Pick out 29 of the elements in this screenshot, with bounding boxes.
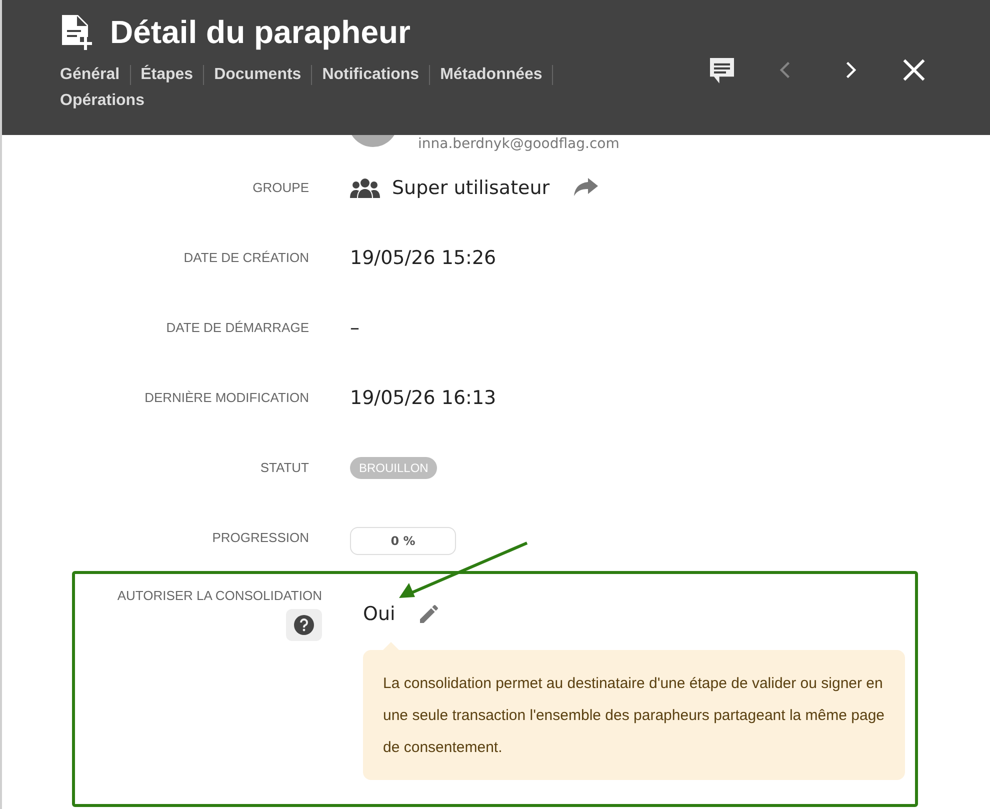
field-label: GROUPE	[252, 179, 309, 195]
field-value: –	[350, 317, 360, 339]
group-name: Super utilisateur	[392, 177, 550, 199]
field-value: Oui	[363, 603, 396, 625]
people-icon	[350, 178, 380, 198]
field-label: AUTORISER LA CONSOLIDATION	[117, 588, 322, 603]
document-add-icon	[60, 14, 92, 50]
nav-tab[interactable]: Métadonnées	[430, 65, 554, 85]
field-value: 19/05/26 15:26	[350, 247, 496, 269]
field-label: DATE DE CRÉATION	[182, 249, 309, 265]
progress-text: 0 %	[390, 534, 416, 548]
nav-tab[interactable]: Opérations	[60, 91, 154, 111]
nav-tab[interactable]: Étapes	[130, 65, 204, 85]
status-badge: BROUILLON	[350, 457, 438, 479]
share-icon[interactable]	[574, 178, 598, 198]
field-label: DATE DE DÉMARRAGE	[165, 319, 309, 335]
field-label: STATUT	[259, 459, 309, 475]
field-value: 19/05/26 16:13	[350, 387, 496, 409]
nav-tab[interactable]: Général	[60, 65, 131, 85]
page-title: Détail du parapheur	[110, 14, 410, 51]
help-tooltip: La consolidation permet au destinataire d'une étape de valider ou signer en une seule transaction l'ensemble des parapheurs partageant la même page de consentement.	[363, 650, 905, 780]
nav-tab[interactable]: Documents	[204, 65, 312, 85]
close-icon	[901, 57, 927, 83]
owner-email: inna.berdnyk@goodflag.com	[418, 136, 620, 152]
field-label: DERNIÈRE MODIFICATION	[144, 389, 309, 405]
help-button[interactable]	[286, 609, 322, 641]
nav-tab[interactable]: Notifications	[312, 65, 430, 85]
help-icon	[294, 615, 314, 635]
field-label: PROGRESSION	[211, 529, 309, 545]
